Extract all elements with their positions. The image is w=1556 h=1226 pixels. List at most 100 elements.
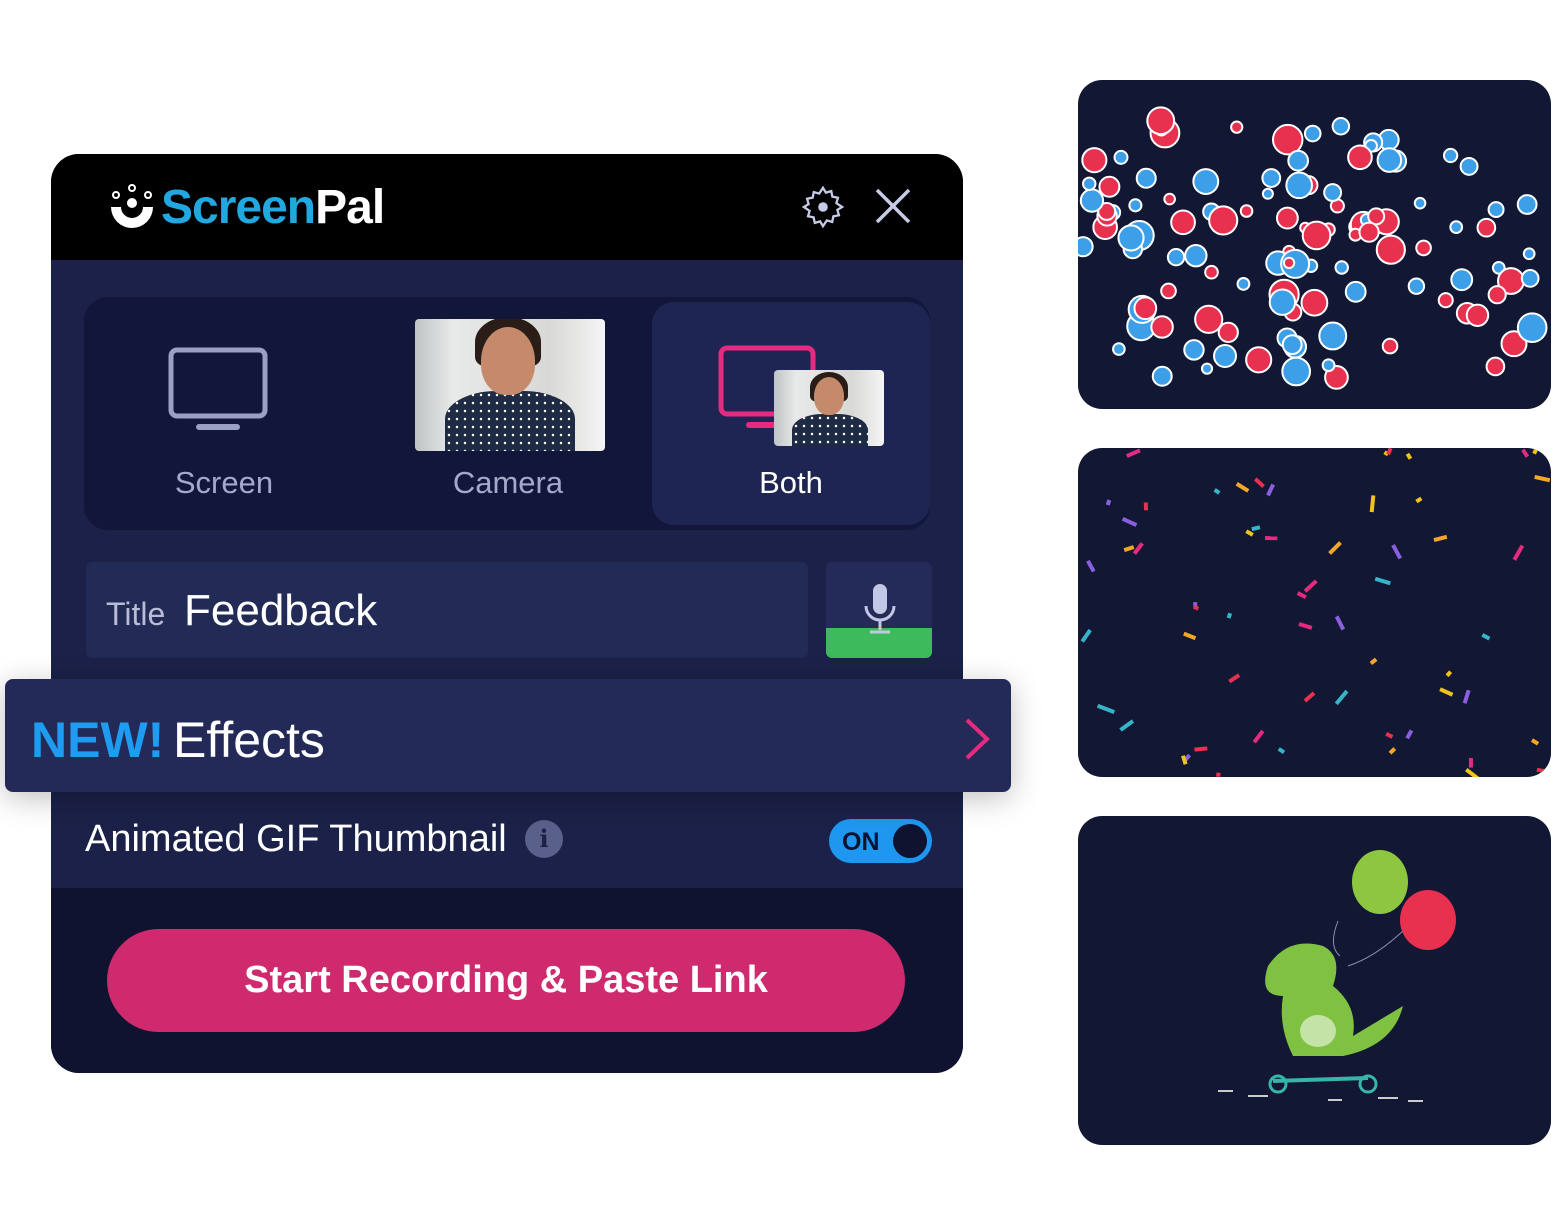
confetti-piece <box>1374 576 1391 586</box>
reaction-bubble <box>1287 149 1310 172</box>
reaction-bubble <box>1146 106 1176 136</box>
logo-text-pal: Pal <box>315 181 385 234</box>
title-value[interactable]: Feedback <box>184 586 377 636</box>
reaction-bubble <box>1217 321 1239 344</box>
reaction-bubble <box>1437 292 1454 309</box>
mode-screen-label: Screen <box>174 465 274 500</box>
confetti-piece <box>1415 496 1423 504</box>
confetti-piece <box>1388 747 1397 755</box>
mode-both[interactable]: Both <box>652 302 930 525</box>
reaction-bubble <box>1375 234 1406 265</box>
confetti-piece <box>1391 544 1403 560</box>
recording-mode-selector: Screen Camera Both <box>84 297 930 530</box>
effect-preview-confetti[interactable] <box>1078 448 1551 777</box>
close-icon[interactable] <box>875 188 911 224</box>
reaction-bubble <box>1300 288 1329 317</box>
reaction-bubble <box>1208 205 1239 236</box>
reaction-bubble <box>1113 149 1129 165</box>
effects-menu-item[interactable]: NEW! Effects <box>5 679 1011 792</box>
reaction-bubble <box>1160 282 1177 300</box>
new-badge: NEW! <box>31 712 165 768</box>
mode-screen[interactable]: Screen <box>84 297 364 530</box>
reaction-bubble <box>1133 296 1158 321</box>
reaction-bubble <box>1128 198 1143 213</box>
start-recording-button[interactable]: Start Recording & Paste Link <box>107 929 905 1032</box>
effect-preview-hearts[interactable] <box>1078 80 1551 409</box>
reaction-bubble <box>1381 337 1399 355</box>
reaction-bubble <box>1112 342 1126 356</box>
confetti-piece <box>1439 687 1454 697</box>
reaction-bubble <box>1230 120 1244 134</box>
reaction-bubble <box>1268 288 1297 316</box>
reaction-bubble <box>1285 171 1313 200</box>
confetti-piece <box>1105 499 1112 506</box>
confetti-piece <box>1465 767 1480 777</box>
reaction-bubble <box>1150 315 1174 339</box>
confetti-piece <box>1252 729 1265 744</box>
info-icon[interactable]: i <box>525 820 563 858</box>
confetti-piece <box>1123 545 1135 553</box>
mode-camera[interactable]: Camera <box>368 297 648 530</box>
reaction-bubble <box>1282 256 1296 270</box>
reaction-bubble <box>1485 356 1506 377</box>
confetti-piece <box>1080 628 1092 643</box>
reaction-bubble <box>1413 196 1427 210</box>
dinosaur-balloons-illustration <box>1218 850 1456 1102</box>
reaction-bubble <box>1236 277 1251 291</box>
reaction-bubble <box>1449 220 1464 235</box>
reaction-bubble <box>1081 147 1108 174</box>
footer: Start Recording & Paste Link <box>51 888 963 1073</box>
confetti-piece <box>1385 732 1394 739</box>
confetti-piece <box>1096 703 1116 714</box>
reaction-bubble <box>1151 365 1173 387</box>
reaction-bubble <box>1204 264 1219 280</box>
confetti-piece <box>1216 772 1221 777</box>
confetti-piece <box>1126 448 1141 458</box>
confetti-piece <box>1303 691 1316 703</box>
reaction-bubble <box>1465 303 1490 327</box>
confetti-piece <box>1530 738 1540 746</box>
reaction-bubble <box>1117 224 1145 252</box>
reaction-bubble <box>1184 244 1208 268</box>
reaction-bubble <box>1516 312 1548 343</box>
reaction-bubble <box>1245 346 1273 374</box>
mode-both-label: Both <box>759 465 823 500</box>
gif-thumbnail-toggle[interactable]: ON <box>829 819 932 863</box>
hearts-likes-illustration <box>1078 106 1548 390</box>
logo-text-screen: Screen <box>161 181 316 234</box>
confetti-piece <box>1334 689 1349 706</box>
confetti-piece <box>1369 495 1376 513</box>
reaction-bubble <box>1082 176 1097 192</box>
confetti-piece <box>1251 525 1261 532</box>
reaction-bubble <box>1520 269 1540 288</box>
logo-text: ScreenPal <box>161 180 385 235</box>
reaction-bubble <box>1476 217 1497 238</box>
screenpal-logo: ScreenPal <box>107 180 385 235</box>
effect-preview-dinosaur[interactable] <box>1078 816 1551 1145</box>
confetti-piece <box>1143 502 1149 511</box>
confetti-piece <box>1277 747 1286 755</box>
reaction-bubble <box>1213 344 1238 368</box>
confetti-piece <box>1536 767 1545 774</box>
gear-icon[interactable] <box>800 184 846 230</box>
title-label: Title <box>106 596 166 632</box>
microphone-button[interactable] <box>826 562 932 658</box>
title-input[interactable]: Title Feedback <box>86 562 808 658</box>
reaction-bubble <box>1318 321 1348 351</box>
reaction-bubble <box>1239 204 1254 218</box>
reaction-bubble <box>1487 285 1507 305</box>
camera-pip-photo <box>774 370 884 446</box>
reaction-bubble <box>1281 356 1312 387</box>
confetti-piece <box>1183 631 1197 641</box>
confetti-piece <box>1405 452 1413 460</box>
logo-icon <box>111 183 153 228</box>
confetti-piece <box>1235 482 1250 493</box>
reaction-bubble <box>1516 194 1538 215</box>
confetti-piece <box>1132 542 1144 555</box>
reaction-bubble <box>1323 183 1343 202</box>
confetti-piece <box>1086 559 1096 573</box>
reaction-bubble <box>1194 304 1224 334</box>
reaction-bubble <box>1344 280 1367 303</box>
camera-preview-photo <box>415 319 605 451</box>
reaction-bubble <box>1135 167 1157 189</box>
